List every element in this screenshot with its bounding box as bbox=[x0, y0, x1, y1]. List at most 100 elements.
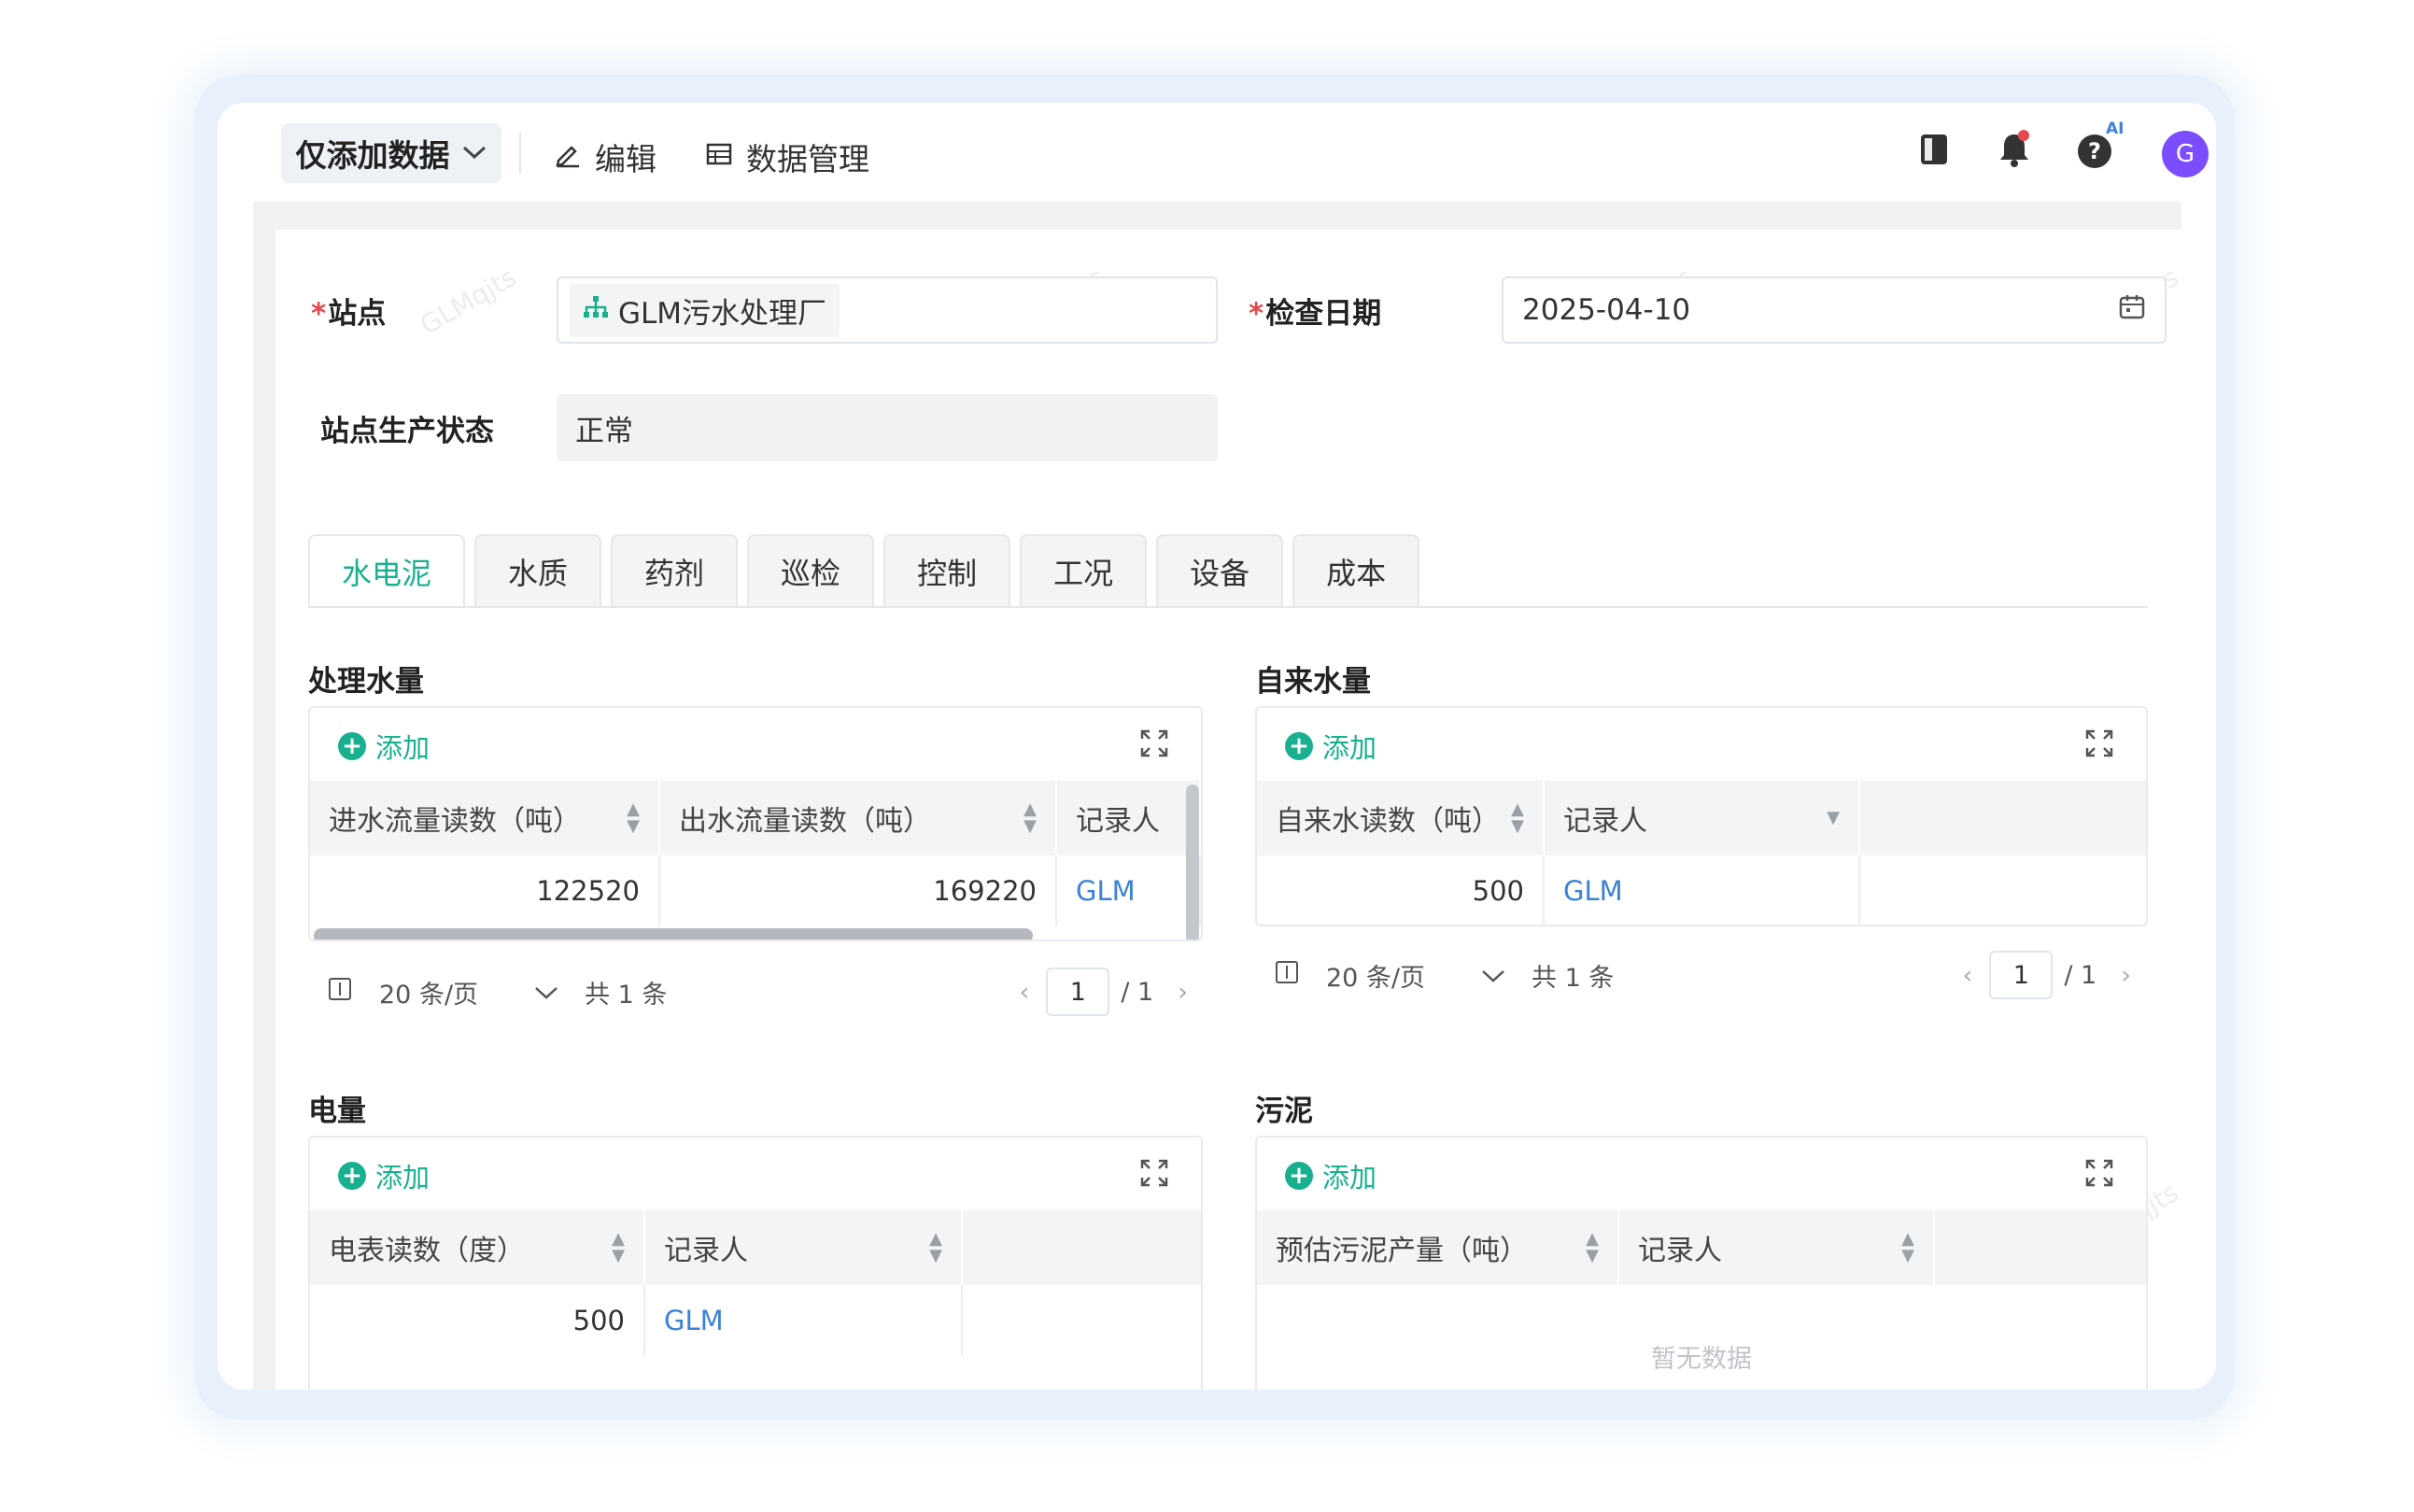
tab-inspection[interactable]: 巡检 bbox=[747, 534, 875, 607]
column-header-empty bbox=[1860, 781, 2146, 855]
table-icon bbox=[705, 139, 733, 176]
page-size-icon bbox=[327, 976, 353, 1009]
column-header-empty bbox=[1935, 1210, 2146, 1285]
calendar-icon[interactable] bbox=[2118, 292, 2146, 328]
column-header[interactable]: 自来水读数（吨） ▲ ▼ bbox=[1257, 781, 1545, 855]
chevron-down-icon[interactable] bbox=[534, 978, 558, 1007]
empty-state-text: 暂无数据 bbox=[1651, 1345, 1752, 1374]
sort-icon[interactable]: ▲ ▼ bbox=[1901, 1231, 1914, 1265]
column-header[interactable]: 记录人 ▲ ▼ bbox=[645, 1210, 963, 1285]
pencil-icon bbox=[554, 139, 582, 176]
notebook-icon[interactable] bbox=[1917, 131, 1951, 177]
tab-underline bbox=[308, 606, 2148, 608]
tab-chemicals[interactable]: 药剂 bbox=[611, 534, 739, 607]
add-button[interactable]: + 添加 bbox=[338, 727, 430, 766]
next-page-icon[interactable]: › bbox=[1178, 978, 1188, 1007]
tap-water-table: + 添加 自来水读数（吨） ▲ ▼ 记录人 ▼ 500 GLM bbox=[1255, 706, 2148, 926]
required-mark: * bbox=[311, 297, 327, 331]
table-row: 500 GLM bbox=[1257, 855, 2146, 925]
page-total: / 1 bbox=[1121, 977, 1154, 1007]
column-header[interactable]: 出水流量读数（吨） ▲ ▼ bbox=[660, 781, 1057, 855]
tab-water-power-sludge[interactable]: 水电泥 bbox=[308, 534, 466, 607]
panel-header: + 添加 bbox=[1257, 708, 2146, 781]
column-header[interactable]: 进水流量读数（吨） ▲ ▼ bbox=[310, 781, 660, 855]
tab-equipment[interactable]: 设备 bbox=[1156, 534, 1284, 607]
table-cell: 122520 bbox=[310, 855, 660, 926]
tab-water-quality[interactable]: 水质 bbox=[474, 534, 602, 607]
date-label: *检查日期 bbox=[1249, 297, 1382, 331]
page-size-select[interactable]: 20 条/页 bbox=[1326, 957, 1425, 994]
vertical-scrollbar[interactable] bbox=[1186, 784, 1199, 940]
table-header: 自来水读数（吨） ▲ ▼ 记录人 ▼ bbox=[1257, 781, 2146, 855]
add-button[interactable]: + 添加 bbox=[1285, 1156, 1376, 1195]
recorder-link[interactable]: GLM bbox=[645, 1285, 963, 1356]
page-size-icon bbox=[1274, 959, 1300, 992]
edit-label: 编辑 bbox=[595, 141, 656, 177]
recorder-link[interactable]: GLM bbox=[1057, 855, 1201, 926]
tab-working-condition[interactable]: 工况 bbox=[1020, 534, 1148, 607]
plus-icon: + bbox=[338, 732, 366, 760]
sort-icon[interactable]: ▲ ▼ bbox=[1511, 801, 1524, 835]
recorder-link[interactable]: GLM bbox=[1545, 855, 1860, 925]
date-field[interactable]: 2025-04-10 bbox=[1502, 276, 2167, 344]
expand-icon[interactable] bbox=[1139, 1158, 1169, 1195]
column-header[interactable]: 记录人 ▲ ▼ bbox=[1619, 1210, 1935, 1285]
panel-header: + 添加 bbox=[310, 708, 1201, 781]
chevron-down-icon[interactable] bbox=[1481, 961, 1505, 990]
mode-select[interactable]: 仅添加数据 bbox=[281, 123, 501, 183]
page-size-select[interactable]: 20 条/页 bbox=[379, 974, 478, 1010]
tab-cost[interactable]: 成本 bbox=[1292, 534, 1420, 607]
pagination: 20 条/页 共 1 条 ‹ 1 / 1 › bbox=[1274, 951, 2148, 999]
expand-icon[interactable] bbox=[2084, 1158, 2114, 1195]
add-button[interactable]: + 添加 bbox=[338, 1156, 430, 1195]
table-cell-empty bbox=[1860, 855, 2146, 925]
svg-text:?: ? bbox=[2088, 138, 2101, 164]
column-header[interactable]: 预估污泥产量（吨） ▲ ▼ bbox=[1257, 1210, 1619, 1285]
site-label: *站点 bbox=[311, 297, 387, 331]
main-content: GLMqjts GLMqjts GLMqjts GLMqjts GLMqjts … bbox=[275, 230, 2183, 1390]
table-cell-empty bbox=[963, 1285, 1201, 1356]
horizontal-scrollbar[interactable] bbox=[314, 928, 1033, 940]
edit-button[interactable]: 编辑 bbox=[554, 134, 656, 179]
expand-icon[interactable] bbox=[2084, 728, 2114, 766]
tab-control[interactable]: 控制 bbox=[883, 534, 1011, 607]
data-management-label: 数据管理 bbox=[746, 141, 869, 177]
tab-bar: 水电泥 水质 药剂 巡检 控制 工况 设备 成本 bbox=[308, 534, 1420, 607]
column-header-empty bbox=[963, 1210, 1201, 1285]
status-value: 正常 bbox=[575, 414, 633, 448]
filter-icon[interactable]: ▼ bbox=[1827, 810, 1840, 827]
mode-label: 仅添加数据 bbox=[295, 137, 450, 174]
site-field[interactable]: GLM污水处理厂 bbox=[557, 276, 1218, 344]
section-title-treated-water: 处理水量 bbox=[308, 665, 424, 699]
bell-icon[interactable] bbox=[1997, 129, 2032, 177]
plus-icon: + bbox=[1285, 1162, 1313, 1190]
section-title-sludge: 污泥 bbox=[1255, 1095, 1313, 1128]
next-page-icon[interactable]: › bbox=[2121, 961, 2131, 990]
app-window: 仅添加数据 编辑 数据管理 ? AI G GLMqjts GLMqjts GLM… bbox=[218, 103, 2216, 1390]
prev-page-icon[interactable]: ‹ bbox=[1020, 978, 1030, 1007]
prev-page-icon[interactable]: ‹ bbox=[1963, 961, 1973, 990]
avatar[interactable]: G bbox=[2162, 131, 2209, 177]
ai-badge: AI bbox=[2106, 120, 2125, 138]
plus-icon: + bbox=[338, 1162, 366, 1190]
table-header: 进水流量读数（吨） ▲ ▼ 出水流量读数（吨） ▲ ▼ 记录人 bbox=[310, 781, 1201, 855]
sort-icon[interactable]: ▲ ▼ bbox=[1586, 1231, 1599, 1265]
expand-icon[interactable] bbox=[1139, 728, 1169, 766]
column-header[interactable]: 记录人 ▼ bbox=[1545, 781, 1860, 855]
sort-icon[interactable]: ▲ ▼ bbox=[1023, 801, 1037, 835]
sort-icon[interactable]: ▲ ▼ bbox=[929, 1231, 942, 1265]
watermark: GLMqjts bbox=[415, 261, 522, 341]
section-title-electricity: 电量 bbox=[308, 1095, 366, 1128]
column-header[interactable]: 记录人 bbox=[1057, 781, 1201, 855]
column-header[interactable]: 电表读数（度） ▲ ▼ bbox=[310, 1210, 645, 1285]
sludge-table: + 添加 预估污泥产量（吨） ▲ ▼ 记录人 ▲ ▼ 暂无数据 bbox=[1255, 1136, 2148, 1390]
page-input[interactable]: 1 bbox=[1989, 951, 2054, 999]
site-value: GLM污水处理厂 bbox=[618, 296, 827, 331]
data-management-button[interactable]: 数据管理 bbox=[705, 134, 869, 179]
site-tag: GLM污水处理厂 bbox=[570, 283, 840, 337]
page-input[interactable]: 1 bbox=[1046, 968, 1110, 1016]
date-value: 2025-04-10 bbox=[1522, 293, 1691, 327]
add-button[interactable]: + 添加 bbox=[1285, 727, 1376, 766]
sort-icon[interactable]: ▲ ▼ bbox=[612, 1231, 625, 1265]
sort-icon[interactable]: ▲ ▼ bbox=[627, 801, 640, 835]
